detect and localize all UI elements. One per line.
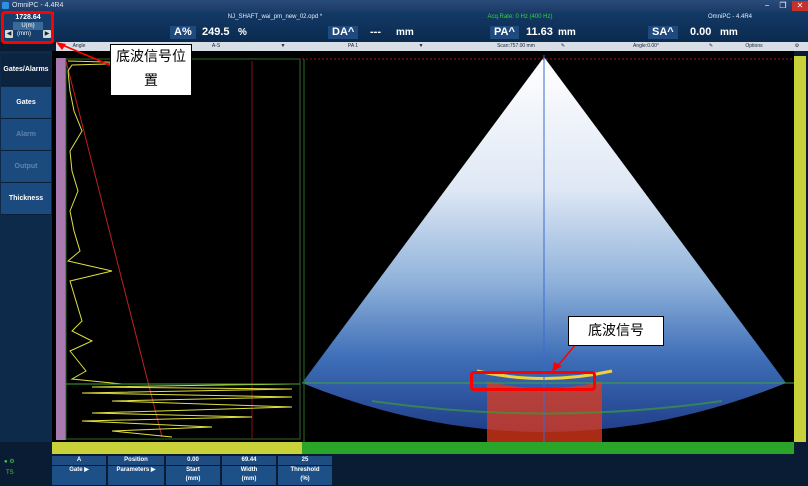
status-ts: TS	[6, 470, 14, 476]
readout-a-value: 249.5	[202, 26, 230, 38]
close-button[interactable]: ✕	[792, 1, 808, 11]
right-depth-ruler	[794, 56, 806, 442]
annotation-arrow-position	[56, 42, 113, 67]
minimize-button[interactable]: −	[760, 1, 774, 11]
scan-horizontal-ruler	[302, 442, 794, 454]
app-icon	[2, 2, 9, 9]
width-label: Width	[240, 467, 258, 473]
settings-icon[interactable]: ⚙	[792, 42, 802, 51]
gate-value: A	[52, 456, 106, 465]
annotation-position-box	[1, 11, 54, 44]
ascan-trace	[65, 58, 301, 440]
readout-da-value: ---	[370, 26, 381, 38]
acquisition-rate: Acq.Rate: 0 Hz (400 Hz)	[487, 14, 553, 20]
readout-a-tag[interactable]: A%	[170, 26, 196, 39]
maximize-button[interactable]: ❐	[776, 1, 790, 11]
readout-sa-tag[interactable]: SA^	[648, 26, 678, 39]
download-icon[interactable]: ▼	[416, 42, 426, 51]
width-unit: (mm)	[241, 476, 257, 482]
readout-pa-value: 11.63	[526, 26, 553, 38]
edit-icon[interactable]: ✎	[558, 42, 568, 51]
threshold-field[interactable]: Threshold (%)	[278, 466, 332, 485]
sidebar-item-output[interactable]: Output	[1, 151, 51, 183]
readout-pa-unit: mm	[558, 27, 576, 38]
status-indicator-icon: ● ⚙	[4, 459, 15, 465]
tab-ascan[interactable]: A-S	[206, 42, 226, 51]
sidebar-item-alarm[interactable]: Alarm	[1, 119, 51, 151]
readout-sa-value: 0.00	[690, 26, 712, 38]
threshold-label: Threshold	[290, 467, 320, 473]
tab-pa[interactable]: PA 1	[338, 42, 368, 51]
ascan-amplitude-ruler	[52, 442, 302, 454]
threshold-value: 25	[278, 456, 332, 465]
window-title: OmniPC - 4.4R4	[12, 2, 64, 9]
download-icon[interactable]: ▼	[278, 42, 288, 51]
parameters-value: Position	[108, 456, 164, 465]
annotation-bottom-echo-position: 底波信号位置	[110, 44, 192, 96]
readout-da-tag[interactable]: DA^	[328, 26, 359, 39]
sidebar-item-gates[interactable]: Gates	[1, 87, 51, 119]
readout-a-unit: %	[238, 27, 247, 38]
annotation-arrow-echo	[552, 343, 577, 372]
start-field[interactable]: Start (mm)	[166, 466, 220, 485]
start-value: 0.00	[166, 456, 220, 465]
threshold-unit: (%)	[300, 476, 310, 482]
app-name: OmniPC - 4.4R4	[707, 14, 752, 20]
annotation-bottom-echo-signal: 底波信号	[568, 316, 664, 346]
parameters-selector[interactable]: Parameters ▶	[108, 466, 164, 485]
sidebar: Gates/Alarms Gates Alarm Output Thicknes…	[0, 51, 52, 442]
sidebar-item-gates-alarms[interactable]: Gates/Alarms	[1, 54, 51, 86]
gate-label: Gate	[69, 467, 83, 473]
annotation-echo-box	[470, 371, 596, 391]
start-label: Start	[186, 467, 200, 473]
width-value: 69.44	[222, 456, 276, 465]
start-unit: (mm)	[185, 476, 201, 482]
tab-angle-value[interactable]: Angle:0.00°	[616, 42, 676, 51]
tab-scan[interactable]: Scan:757.00 mm	[486, 42, 546, 51]
readout-sa-unit: mm	[720, 27, 738, 38]
tab-options[interactable]: Options	[736, 42, 772, 51]
gate-selector[interactable]: Gate ▶	[52, 466, 106, 485]
parameters-label: Parameters	[116, 467, 150, 473]
sidebar-item-thickness[interactable]: Thickness	[1, 183, 51, 215]
width-field[interactable]: Width (mm)	[222, 466, 276, 485]
edit-icon[interactable]: ✎	[706, 42, 716, 51]
file-name: NJ_SHAFT_wai_pm_new_02.opd *	[227, 14, 323, 20]
readout-pa-tag[interactable]: PA^	[490, 26, 519, 39]
title-bar: OmniPC - 4.4R4 − ❐ ✕	[0, 0, 808, 12]
readout-da-unit: mm	[396, 27, 414, 38]
